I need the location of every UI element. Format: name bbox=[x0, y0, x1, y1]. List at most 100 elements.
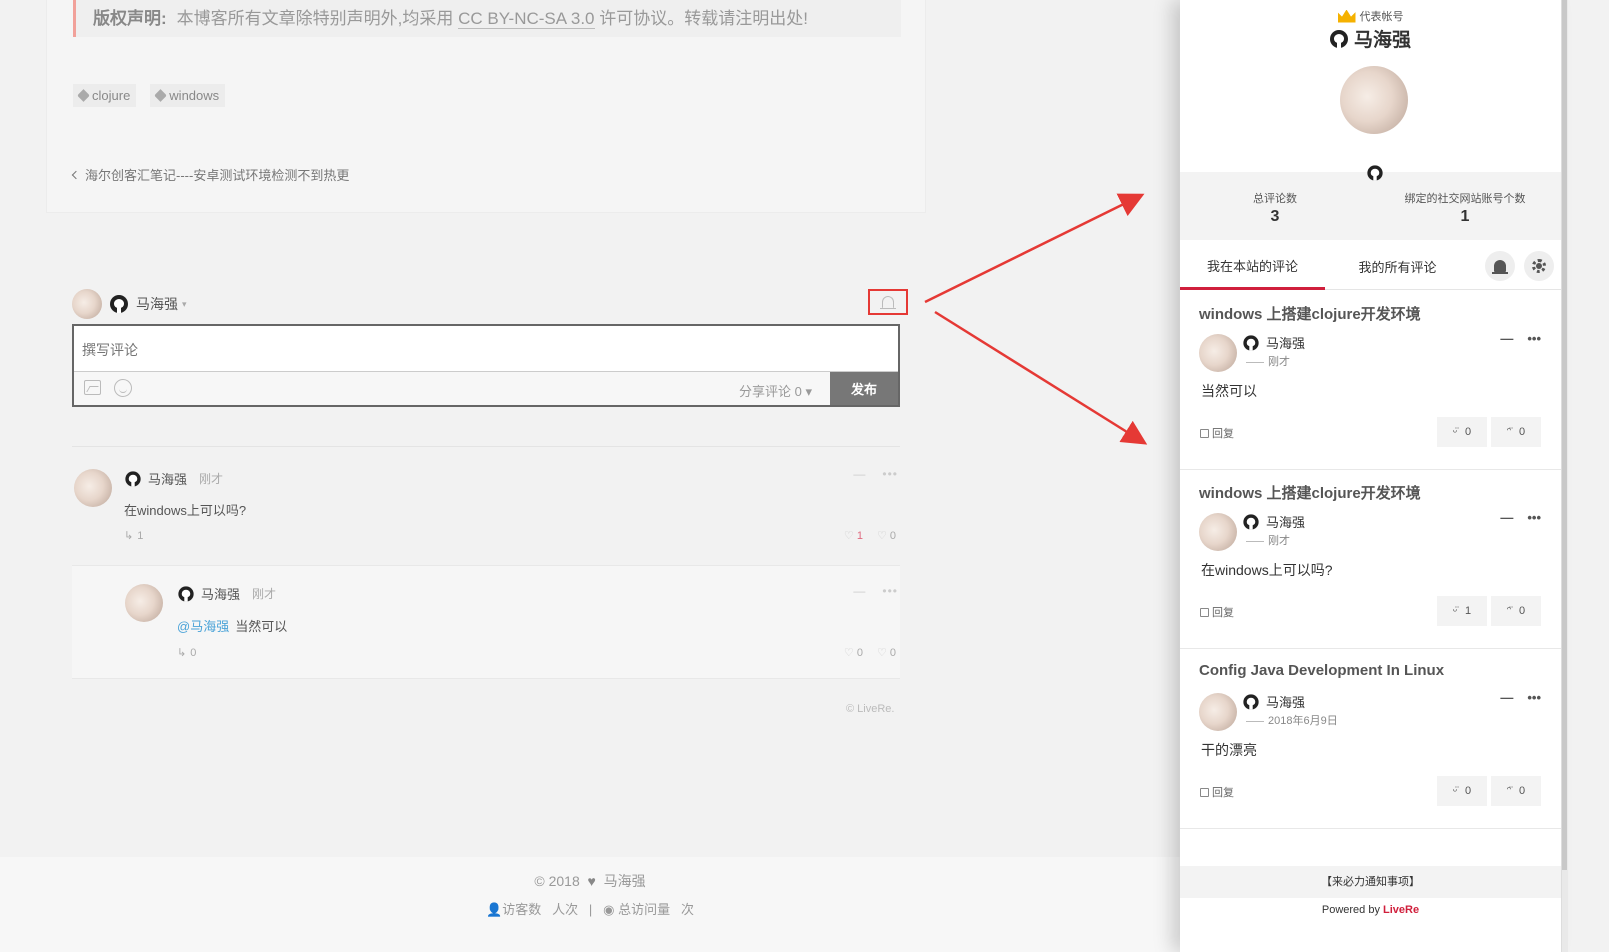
reply-button[interactable]: 回复 bbox=[1200, 784, 1234, 800]
heart-icon: ♡ bbox=[843, 647, 854, 659]
pageviews-unit: 次 bbox=[680, 902, 694, 917]
tag-windows[interactable]: windows bbox=[150, 84, 226, 107]
frown-icon: ᵔ̈ bbox=[1506, 605, 1512, 617]
reply-button[interactable]: 回复 bbox=[1200, 425, 1234, 441]
more-icon[interactable]: ••• bbox=[882, 584, 898, 598]
eye-icon: ◉ bbox=[603, 902, 615, 917]
emoji-icon[interactable] bbox=[114, 379, 132, 397]
comment-text: @马海强 当然可以 bbox=[177, 616, 287, 635]
avatar bbox=[1199, 693, 1237, 731]
copyright-year: © 2018 bbox=[534, 873, 580, 889]
post-title-link[interactable]: Config Java Development In Linux bbox=[1199, 662, 1444, 679]
comment-input[interactable] bbox=[74, 326, 898, 372]
minimize-icon[interactable]: — bbox=[853, 467, 866, 481]
visitors-label: 访客数 bbox=[502, 902, 542, 917]
broken-heart-icon: ♡ bbox=[876, 647, 887, 659]
downvote-count: 0 bbox=[1519, 605, 1526, 617]
reply-icon bbox=[1200, 428, 1209, 438]
minimize-icon[interactable]: — bbox=[853, 584, 866, 598]
downvote-button[interactable]: ᵔ̈ 0 bbox=[1491, 596, 1541, 626]
list-item: windows 上搭建clojure开发环境 马海强 刚才 — ••• 当然可以 … bbox=[1180, 291, 1561, 470]
comment-author: 马海强 bbox=[1242, 512, 1305, 531]
powered-by: Powered by LiveRe bbox=[1180, 904, 1561, 916]
image-icon[interactable] bbox=[84, 380, 101, 395]
upvote-button[interactable]: ᵕ̈ 0 bbox=[1437, 776, 1487, 806]
more-icon[interactable]: ••• bbox=[1527, 510, 1541, 525]
footer-author: 马海强 bbox=[603, 873, 646, 889]
upvote-button[interactable]: ᵕ̈ 0 bbox=[1437, 417, 1487, 447]
prev-post-title: 海尔创客汇笔记----安卓测试环境检测不到热更 bbox=[85, 168, 350, 183]
comment-text-body: 当然可以 bbox=[235, 619, 288, 634]
reply-button[interactable]: 回复 bbox=[1200, 604, 1234, 620]
more-icon[interactable]: ••• bbox=[882, 467, 898, 481]
comment-menu[interactable]: — ••• bbox=[853, 467, 898, 481]
panel-scrollbar[interactable] bbox=[1561, 0, 1568, 952]
arrow-up bbox=[924, 193, 1145, 304]
more-icon[interactable]: ••• bbox=[1527, 331, 1541, 346]
tab-all-comments[interactable]: 我的所有评论 bbox=[1325, 243, 1470, 290]
like-button[interactable]: ♡ 1 bbox=[844, 529, 863, 542]
avatar bbox=[74, 469, 112, 507]
stat-value: 1 bbox=[1460, 208, 1470, 225]
github-icon[interactable] bbox=[1367, 165, 1383, 181]
github-icon bbox=[110, 295, 128, 313]
comment-time: 刚才 bbox=[1246, 353, 1290, 369]
mention-link[interactable]: @马海强 bbox=[177, 619, 229, 634]
minimize-icon[interactable]: — bbox=[1500, 690, 1513, 705]
livere-notice-link[interactable]: 【来必力通知事项】 bbox=[1180, 866, 1561, 898]
reply-count[interactable]: ↳ 1 bbox=[124, 529, 143, 543]
post-title-link[interactable]: windows 上搭建clojure开发环境 bbox=[1199, 303, 1421, 324]
share-comment-toggle[interactable]: 分享评论 0 ▾ bbox=[739, 381, 812, 400]
downvote-button[interactable]: ᵔ̈ 0 bbox=[1491, 776, 1541, 806]
settings-button[interactable] bbox=[1524, 251, 1554, 281]
notifications-button[interactable] bbox=[1485, 251, 1515, 281]
more-icon[interactable]: ••• bbox=[1527, 690, 1541, 705]
scrollbar-thumb[interactable] bbox=[1562, 0, 1567, 870]
minimize-icon[interactable]: — bbox=[1500, 331, 1513, 346]
comment-meta: 马海强 刚才 bbox=[124, 469, 223, 488]
livere-brand-link[interactable]: LiveRe bbox=[1383, 904, 1419, 916]
comment-text: 在windows上可以吗? bbox=[1201, 562, 1333, 578]
comment-menu[interactable]: — ••• bbox=[853, 584, 898, 598]
site-footer: © 2018 ♥ 马海强 👤访客数 人次 | ◉ 总访问量 次 bbox=[0, 857, 1180, 952]
comment-time: 刚才 bbox=[252, 587, 277, 601]
comment-box-header: 马海强 ▾ bbox=[72, 289, 908, 319]
author-name: 马海强 bbox=[1266, 695, 1306, 710]
publish-button[interactable]: 发布 bbox=[830, 372, 898, 405]
notification-button[interactable] bbox=[868, 289, 908, 315]
prev-post-link[interactable]: 海尔创客汇笔记----安卓测试环境检测不到热更 bbox=[71, 165, 350, 184]
comment-author[interactable]: 马海强 bbox=[148, 469, 187, 488]
comment-author[interactable]: 马海强 bbox=[201, 584, 240, 603]
author-name: 马海强 bbox=[1266, 515, 1306, 530]
like-button[interactable]: ♡ 0 bbox=[844, 646, 863, 659]
comment-item: 马海强 刚才 — ••• 在windows上可以吗? ↳ 1 ♡ 1 ♡ 0 bbox=[72, 465, 900, 561]
livere-link[interactable]: © LiveRe. bbox=[846, 703, 894, 715]
downvote-button[interactable]: ᵔ̈ 0 bbox=[1491, 417, 1541, 447]
current-user[interactable]: 马海强 ▾ bbox=[72, 289, 187, 319]
reply-icon bbox=[1200, 607, 1209, 617]
tag-label: clojure bbox=[92, 88, 131, 103]
comment-text: 干的漂亮 bbox=[1201, 742, 1257, 758]
post-title-link[interactable]: windows 上搭建clojure开发环境 bbox=[1199, 482, 1421, 503]
bell-icon bbox=[880, 296, 896, 309]
dislike-count: 0 bbox=[889, 647, 896, 659]
github-icon bbox=[178, 585, 194, 602]
license-link[interactable]: CC BY-NC-SA 3.0 bbox=[458, 9, 595, 29]
reply-count[interactable]: ↳ 0 bbox=[177, 646, 196, 660]
user-icon: 👤 bbox=[486, 902, 503, 917]
dislike-button[interactable]: ♡ 0 bbox=[877, 646, 896, 659]
post-card: 版权声明: 本博客所有文章除特别声明外,均采用 CC BY-NC-SA 3.0 许… bbox=[46, 0, 926, 213]
downvote-count: 0 bbox=[1519, 426, 1526, 438]
upvote-button[interactable]: ᵕ̈ 1 bbox=[1437, 596, 1487, 626]
minimize-icon[interactable]: — bbox=[1500, 510, 1513, 525]
reply-arrow-icon: ↳ bbox=[177, 647, 187, 659]
reply-label: 回复 bbox=[1212, 607, 1234, 619]
chevron-left-icon bbox=[71, 170, 81, 179]
tab-site-comments[interactable]: 我在本站的评论 bbox=[1180, 243, 1325, 290]
tag-clojure[interactable]: clojure bbox=[73, 84, 137, 107]
powered-prefix: Powered by bbox=[1321, 904, 1384, 916]
dislike-button[interactable]: ♡ 0 bbox=[877, 529, 896, 542]
stat-linked-accounts: 绑定的社交网站账号个数 1 bbox=[1395, 190, 1535, 226]
reply-arrow-icon: ↳ bbox=[124, 530, 134, 542]
smile-icon: ᵕ̈ bbox=[1452, 605, 1458, 617]
